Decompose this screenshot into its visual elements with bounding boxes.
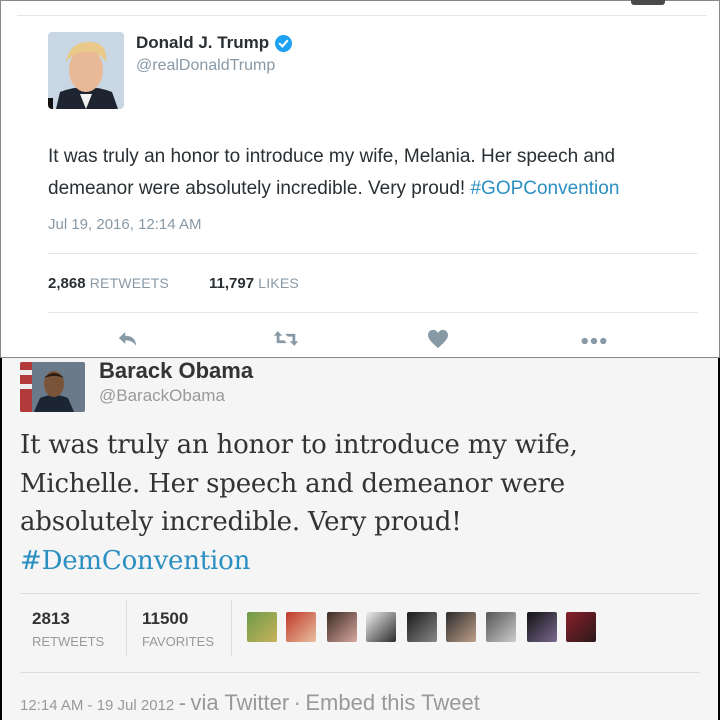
stats-top-divider (20, 593, 700, 594)
stats-bottom-divider (20, 672, 700, 673)
retweets-count: 2813 (32, 609, 70, 628)
verified-badge-icon (275, 35, 292, 52)
tweet-text-line: absolutely incredible. Very proud! (20, 507, 462, 537)
display-name[interactable]: Donald J. Trump (136, 33, 269, 53)
retweet-button[interactable] (271, 327, 301, 355)
retweet-icon (273, 329, 299, 353)
favorites-stat[interactable]: 11500 FAVORITES (142, 609, 214, 649)
favoriter-avatar[interactable] (446, 612, 476, 642)
top-edge-artifact (631, 0, 665, 5)
favoriter-avatar[interactable] (366, 612, 396, 642)
tweet-text: It was truly an honor to introduce my wi… (48, 141, 619, 205)
retweets-label: RETWEETS (32, 634, 105, 649)
retweets-stat[interactable]: 2,868 RETWEETS (48, 275, 169, 292)
tweet-text-line: It was truly an honor to introduce my wi… (20, 430, 578, 460)
footer-dot: · (293, 690, 301, 715)
retweets-count: 2,868 (48, 275, 86, 292)
tweet-timestamp[interactable]: Jul 19, 2016, 12:14 AM (48, 216, 201, 233)
favoriter-avatar[interactable] (527, 612, 557, 642)
via-twitter-link[interactable]: via Twitter (191, 690, 290, 715)
username-handle[interactable]: @realDonaldTrump (136, 57, 275, 75)
favoriter-avatar[interactable] (327, 612, 357, 642)
favorites-count: 11500 (142, 609, 189, 628)
more-icon (581, 332, 607, 350)
tweet-card-obama: Barack Obama @BarackObama It was truly a… (0, 358, 720, 720)
username-handle[interactable]: @BarackObama (99, 386, 225, 406)
tweet-text: It was truly an honor to introduce my wi… (20, 426, 578, 580)
hashtag-link[interactable]: #DemConvention (20, 542, 578, 581)
top-divider (17, 15, 707, 16)
likes-count: 11,797 (209, 275, 255, 292)
favoriter-avatar[interactable] (486, 612, 516, 642)
stat-separator (231, 600, 232, 656)
reply-icon (117, 329, 139, 353)
stat-separator (126, 600, 127, 656)
avatar-trump[interactable] (48, 32, 124, 109)
reply-button[interactable] (113, 327, 143, 355)
favorites-label: FAVORITES (142, 634, 214, 649)
favoriter-avatar[interactable] (566, 612, 596, 642)
more-button[interactable] (579, 327, 609, 355)
heart-icon (427, 329, 449, 354)
tweet-timestamp[interactable]: 12:14 AM - 19 Jul 2012 (20, 697, 174, 714)
embed-tweet-link[interactable]: Embed this Tweet (305, 690, 479, 715)
stats-bottom-divider (48, 312, 698, 313)
likes-stat[interactable]: 11,797 LIKES (209, 275, 299, 292)
retweets-label: RETWEETS (89, 275, 170, 291)
footer-separator: - (178, 690, 187, 715)
favoriter-avatar[interactable] (247, 612, 277, 642)
stats-top-divider (48, 253, 698, 254)
tweet-card-trump: Donald J. Trump @realDonaldTrump It was … (0, 0, 720, 358)
favoriter-avatar[interactable] (286, 612, 316, 642)
tweet-footer: 12:14 AM - 19 Jul 2012 - via Twitter · E… (20, 690, 480, 716)
tweet-text-line: demeanor were absolutely incredible. Ver… (48, 173, 619, 205)
likes-label: LIKES (258, 275, 299, 291)
display-name[interactable]: Barack Obama (99, 358, 253, 384)
retweets-stat[interactable]: 2813 RETWEETS (32, 609, 104, 649)
hashtag-link[interactable]: #GOPConvention (470, 178, 619, 199)
tweet-text-fragment: demeanor were absolutely incredible. Ver… (48, 178, 471, 199)
tweet-text-line: Michelle. Her speech and demeanor were (20, 468, 565, 499)
favoriter-avatar[interactable] (407, 612, 437, 642)
tweet-text-line: It was truly an honor to introduce my wi… (48, 146, 616, 167)
like-button[interactable] (423, 327, 453, 355)
avatar-obama[interactable] (20, 362, 85, 412)
